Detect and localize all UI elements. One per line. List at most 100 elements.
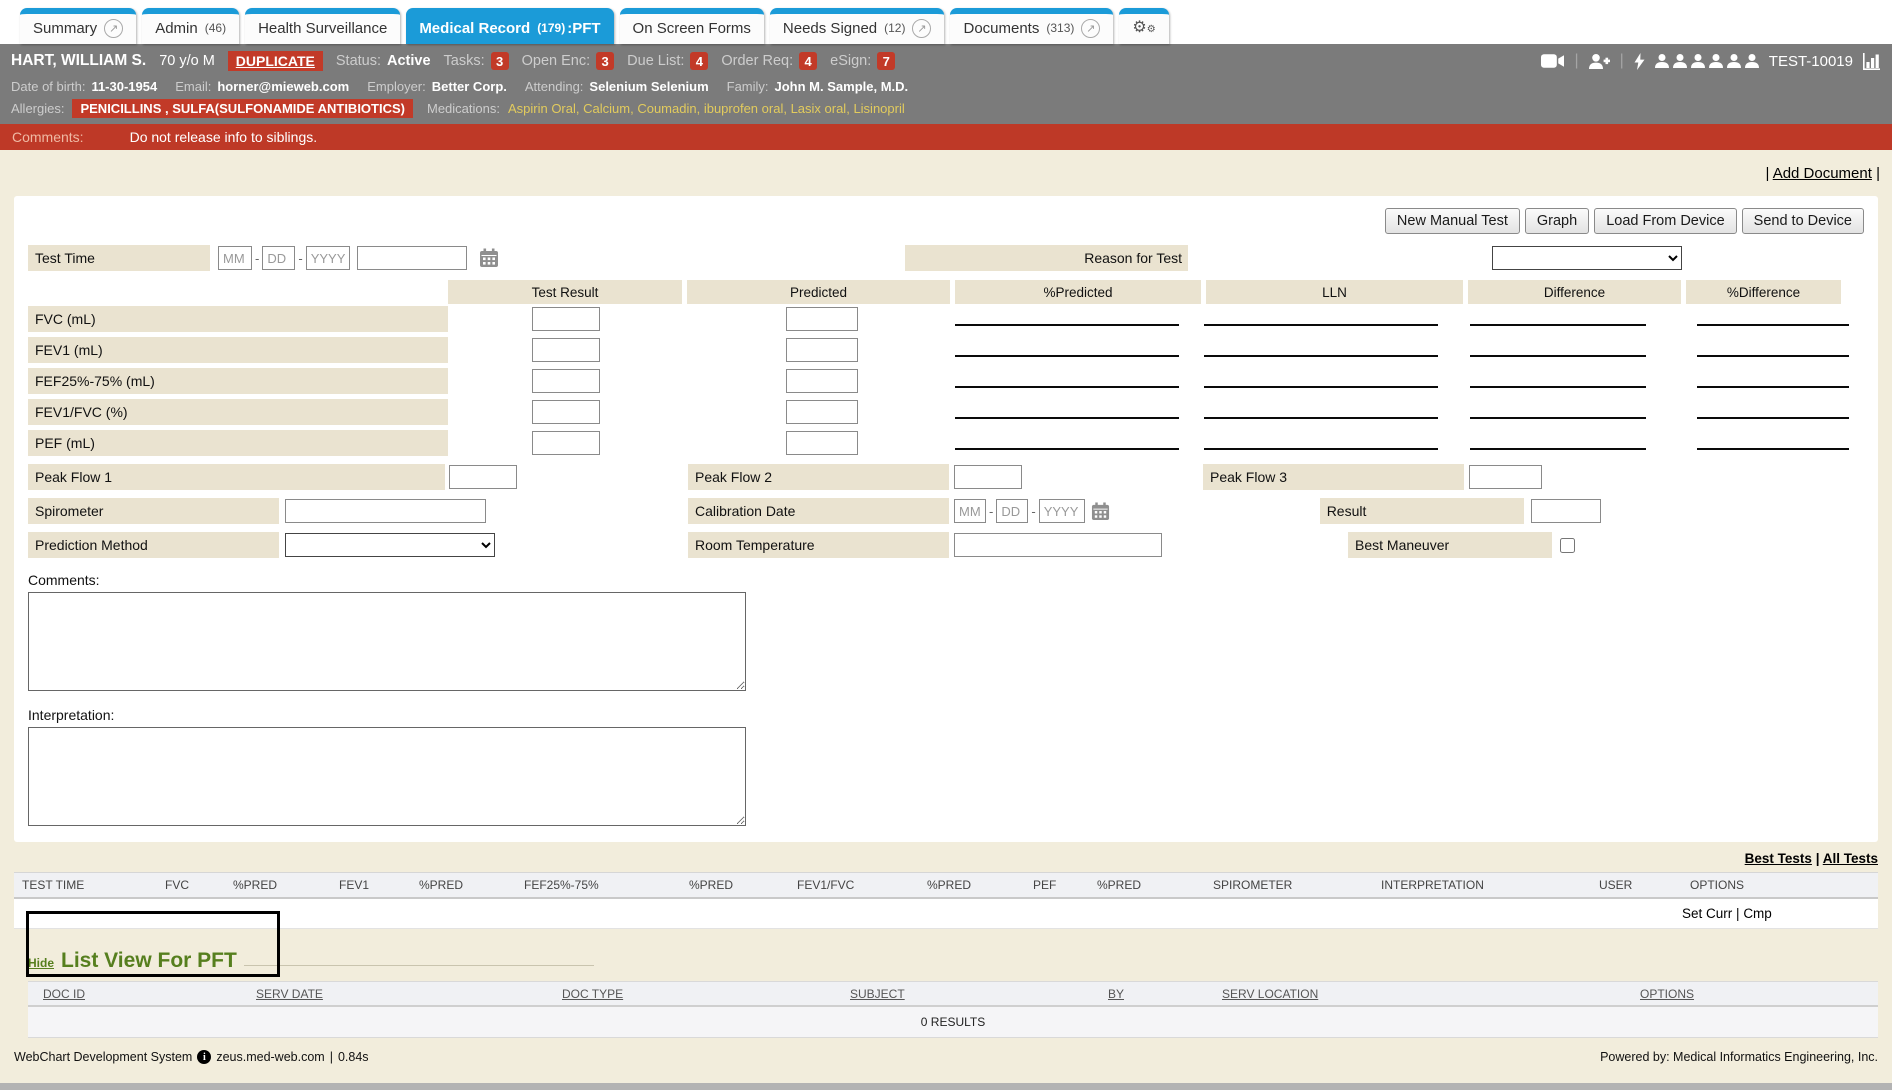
duplicate-badge[interactable]: DUPLICATE xyxy=(228,51,323,71)
popout-icon[interactable]: ↗ xyxy=(1081,19,1100,38)
medication-link[interactable]: Aspirin Oral xyxy=(508,101,583,116)
fvc-predicted-input[interactable] xyxy=(786,307,858,331)
fef-test-result-input[interactable] xyxy=(532,369,600,393)
pef-lln-line xyxy=(1204,435,1438,450)
calibration-year-input[interactable] xyxy=(1039,499,1085,523)
col-doc-options[interactable]: OPTIONS xyxy=(1640,987,1694,1001)
add-document-link[interactable]: Add Document xyxy=(1773,165,1872,182)
peak-flow-3-input[interactable] xyxy=(1469,465,1542,489)
due-list-count-badge[interactable]: 4 xyxy=(690,52,708,70)
cmp-link[interactable]: Cmp xyxy=(1743,906,1772,921)
video-camera-icon[interactable] xyxy=(1541,54,1564,68)
person-icon xyxy=(1655,54,1669,68)
attending-label: Attending: xyxy=(525,79,584,94)
send-to-device-button[interactable]: Send to Device xyxy=(1742,208,1864,234)
tab-needs-signed[interactable]: Needs Signed (12) ↗ xyxy=(770,8,945,44)
bottom-strip xyxy=(0,1083,1892,1090)
status-label: Status: xyxy=(336,53,381,69)
prediction-method-label: Prediction Method xyxy=(28,532,279,558)
peak-flow-2-input[interactable] xyxy=(954,465,1022,489)
fev1-fvc-pct-predicted-line xyxy=(955,404,1179,419)
all-tests-link[interactable]: All Tests xyxy=(1823,851,1878,866)
col-pef: PEF xyxy=(1033,878,1097,892)
fev1-fvc-predicted-input[interactable] xyxy=(786,400,858,424)
measure-row-fvc: FVC (mL) xyxy=(28,304,1864,333)
open-enc-count-badge[interactable]: 3 xyxy=(596,52,614,70)
info-icon[interactable]: i xyxy=(197,1050,211,1064)
test-time-year-input[interactable] xyxy=(306,246,350,270)
email-value[interactable]: horner@mieweb.com xyxy=(217,79,349,94)
load-from-device-button[interactable]: Load From Device xyxy=(1594,208,1736,234)
patient-queue-icons[interactable] xyxy=(1655,54,1759,68)
popout-icon[interactable]: ↗ xyxy=(104,19,123,38)
pef-test-result-input[interactable] xyxy=(532,431,600,455)
calibration-month-input[interactable] xyxy=(954,499,986,523)
col-doc-id[interactable]: DOC ID xyxy=(43,987,85,1001)
tab-bar: Summary ↗ Admin (46) Health Surveillance… xyxy=(0,0,1892,44)
tab-admin[interactable]: Admin (46) xyxy=(142,8,239,44)
col-subject[interactable]: SUBJECT xyxy=(850,987,905,1001)
tab-on-screen-forms[interactable]: On Screen Forms xyxy=(620,8,764,44)
fev1-fvc-test-result-input[interactable] xyxy=(532,400,600,424)
medication-link[interactable]: ibuprofen oral xyxy=(704,101,791,116)
results-section: Best Tests | All Tests TEST TIME FVC %PR… xyxy=(14,842,1878,1038)
tasks-count-badge[interactable]: 3 xyxy=(491,52,509,70)
medication-link[interactable]: Lisinopril xyxy=(853,101,904,116)
best-tests-link[interactable]: Best Tests xyxy=(1745,851,1812,866)
fev1-difference-line xyxy=(1470,342,1646,357)
spirometer-input[interactable] xyxy=(285,499,486,523)
col-doc-type[interactable]: DOC TYPE xyxy=(562,987,623,1001)
tab-summary[interactable]: Summary ↗ xyxy=(20,8,136,44)
best-maneuver-checkbox[interactable] xyxy=(1560,538,1575,553)
col-by[interactable]: BY xyxy=(1108,987,1124,1001)
popout-icon[interactable]: ↗ xyxy=(912,19,931,38)
tab-documents[interactable]: Documents (313) ↗ xyxy=(950,8,1113,44)
fev1-test-result-input[interactable] xyxy=(532,338,600,362)
tab-settings[interactable]: ⚙⚙ xyxy=(1119,8,1168,44)
col-serv-location[interactable]: SERV LOCATION xyxy=(1222,987,1318,1001)
pef-predicted-input[interactable] xyxy=(786,431,858,455)
date-dash: - xyxy=(298,251,302,266)
prediction-row: Prediction Method Room Temperature Best … xyxy=(28,531,1864,559)
form-comments-label: Comments: xyxy=(28,572,1864,588)
room-temperature-input[interactable] xyxy=(954,533,1162,557)
calendar-icon[interactable] xyxy=(479,248,499,268)
tab-medical-record[interactable]: Medical Record (179) :PFT xyxy=(406,8,613,44)
reason-for-test-select[interactable] xyxy=(1492,246,1682,270)
measure-row-fev1-fvc: FEV1/FVC (%) xyxy=(28,397,1864,426)
prediction-method-select[interactable] xyxy=(285,533,495,557)
column-test-result: Test Result xyxy=(448,280,682,304)
test-time-day-input[interactable] xyxy=(262,246,295,270)
tab-health-surveillance[interactable]: Health Surveillance xyxy=(245,8,400,44)
add-person-icon[interactable] xyxy=(1589,54,1610,69)
graph-button[interactable]: Graph xyxy=(1525,208,1589,234)
allergies-badge[interactable]: PENICILLINS , SULFA(SULFONAMIDE ANTIBIOT… xyxy=(72,99,413,118)
order-req-count-badge[interactable]: 4 xyxy=(799,52,817,70)
column-pct-predicted: %Predicted xyxy=(955,280,1201,304)
calibration-day-input[interactable] xyxy=(996,499,1028,523)
esign-count-badge[interactable]: 7 xyxy=(877,52,895,70)
test-time-month-input[interactable] xyxy=(218,246,252,270)
result-input[interactable] xyxy=(1531,499,1601,523)
col-serv-date[interactable]: SERV DATE xyxy=(256,987,323,1001)
flowsheet-chart-icon[interactable] xyxy=(1863,53,1881,70)
new-manual-test-button[interactable]: New Manual Test xyxy=(1385,208,1520,234)
medication-link[interactable]: Coumadin xyxy=(637,101,704,116)
bolt-icon[interactable] xyxy=(1634,53,1645,70)
interpretation-textarea[interactable] xyxy=(28,727,746,826)
medication-link[interactable]: Calcium xyxy=(583,101,637,116)
calendar-icon[interactable] xyxy=(1091,502,1110,521)
fef-predicted-input[interactable] xyxy=(786,369,858,393)
form-comments-textarea[interactable] xyxy=(28,592,746,691)
fev1-pct-predicted-line xyxy=(955,342,1179,357)
pef-difference-line xyxy=(1470,435,1646,450)
set-curr-link[interactable]: Set Curr xyxy=(1682,906,1732,921)
powered-by: Powered by: Medical Informatics Engineer… xyxy=(1600,1050,1878,1064)
fev1-pct-difference-line xyxy=(1697,342,1849,357)
hide-link[interactable]: Hide xyxy=(28,956,54,970)
peak-flow-1-input[interactable] xyxy=(449,465,517,489)
fev1-predicted-input[interactable] xyxy=(786,338,858,362)
medication-link[interactable]: Lasix oral xyxy=(791,101,854,116)
fvc-test-result-input[interactable] xyxy=(532,307,600,331)
test-time-clock-input[interactable] xyxy=(357,246,467,270)
